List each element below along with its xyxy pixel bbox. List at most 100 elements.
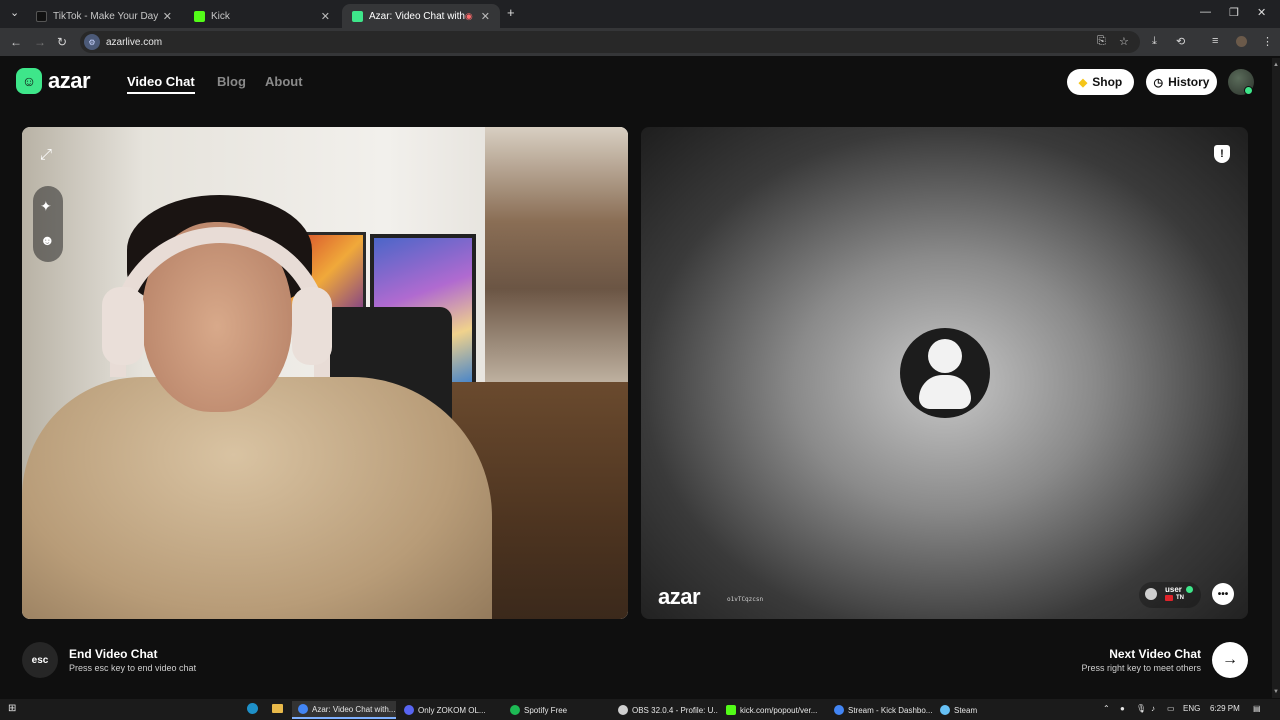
recording-icon: ◉ (464, 10, 473, 21)
bookmark-star-icon[interactable]: ☆ (1119, 35, 1129, 48)
tab-title: Azar: Video Chat with New (369, 10, 465, 22)
azar-watermark: azar (658, 584, 701, 609)
scroll-down-icon[interactable]: ▼ (1272, 689, 1280, 695)
forward-icon[interactable]: → (34, 35, 46, 49)
online-status-dot (1244, 86, 1253, 95)
tray-app-icon[interactable]: ● (1120, 704, 1125, 713)
close-tab-icon[interactable]: ✕ (163, 10, 172, 23)
taskbar-label: Steam (954, 705, 978, 715)
network-icon[interactable]: ▭ (1167, 704, 1175, 713)
remote-user-placeholder-icon (900, 328, 990, 418)
logo-text: azar (48, 68, 91, 93)
avatar-head (928, 339, 962, 373)
tray-overflow-icon[interactable]: ⌃ (1103, 704, 1110, 713)
chrome-icon (834, 705, 844, 715)
discord-icon (404, 705, 414, 715)
close-tab-icon[interactable]: ✕ (481, 10, 490, 23)
site-info-icon[interactable]: ⚙ (84, 34, 100, 50)
taskbar-item-discord[interactable]: Only ZOKOM OL... (398, 701, 502, 719)
clock-icon: ◷ (1153, 76, 1164, 89)
tab-tiktok[interactable]: TikTok - Make Your Day ✕ (26, 4, 182, 28)
browser-tab-bar: ⌄ TikTok - Make Your Day ✕ Kick ✕ Azar: … (0, 0, 1280, 28)
history-label: History (1168, 75, 1210, 89)
next-chat-hint: Press right key to meet others (1081, 663, 1201, 673)
scroll-up-icon[interactable]: ▲ (1272, 62, 1280, 68)
nav-blog[interactable]: Blog (217, 74, 246, 89)
tab-azar[interactable]: Azar: Video Chat with New ◉ ✕ (342, 4, 500, 28)
minimize-icon[interactable]: — (1200, 6, 1211, 18)
taskbar-label: Azar: Video Chat with... (312, 704, 396, 714)
nav-active-indicator (127, 92, 195, 94)
person-jacket (22, 377, 492, 619)
country-code: TN (1176, 595, 1184, 601)
magic-wand-icon[interactable]: ✦ (40, 198, 52, 215)
esc-label: esc (31, 654, 49, 666)
local-video-feed (22, 127, 628, 619)
edge-icon[interactable] (247, 703, 258, 714)
verified-badge-icon (1186, 586, 1193, 593)
tiktok-icon (36, 10, 47, 22)
headphone-earcup (102, 287, 144, 365)
taskbar-item-spotify[interactable]: Spotify Free (504, 701, 610, 719)
spotify-icon (510, 705, 520, 715)
tab-search-icon[interactable]: ⌄ (10, 6, 19, 19)
nav-about[interactable]: About (265, 74, 303, 89)
next-chat-button[interactable]: → (1212, 642, 1248, 678)
close-window-icon[interactable]: ✕ (1257, 6, 1266, 19)
volume-icon[interactable]: ♪ (1151, 704, 1155, 713)
restore-icon[interactable]: ❐ (1229, 6, 1239, 19)
history-button[interactable]: ◷ History (1146, 69, 1217, 95)
end-chat-button[interactable]: esc (22, 642, 58, 678)
address-bar[interactable]: ⚙ azarlive.com (80, 31, 1140, 53)
headphone-earcup (292, 287, 332, 365)
menu-icon[interactable]: ⋮ (1262, 35, 1273, 48)
shop-label: Shop (1092, 75, 1123, 89)
taskbar-label: Stream - Kick Dashbo... (848, 705, 933, 715)
taskbar-item-steam[interactable]: Steam (934, 701, 994, 719)
kick-icon (194, 10, 205, 22)
arrow-right-icon: → (1222, 651, 1238, 668)
language-indicator[interactable]: ENG (1183, 704, 1200, 713)
fullscreen-icon[interactable]: ⤢ (40, 146, 52, 163)
media-control-icon[interactable]: ≡ (1212, 35, 1218, 47)
history-toolbar-icon[interactable]: ⟲ (1176, 35, 1185, 48)
taskbar-item-azar[interactable]: Azar: Video Chat with... (292, 701, 396, 719)
clock-time[interactable]: 6:29 PM (1210, 704, 1240, 713)
windows-start-icon[interactable]: ⊞ (8, 703, 16, 714)
new-tab-button[interactable]: + (507, 5, 515, 20)
tab-title: TikTok - Make Your Day (53, 10, 159, 22)
file-explorer-icon[interactable] (272, 704, 283, 713)
report-shield-icon[interactable]: ! (1214, 145, 1230, 163)
close-tab-icon[interactable]: ✕ (321, 10, 330, 23)
sticker-face-icon[interactable]: ☻ (40, 232, 55, 248)
chrome-icon (298, 704, 308, 714)
back-icon[interactable]: ← (10, 35, 22, 49)
microphone-icon[interactable]: 🎙 (1136, 704, 1146, 713)
shop-button[interactable]: ◆ Shop (1067, 69, 1134, 95)
taskbar-label: Spotify Free (524, 705, 568, 715)
taskbar-label: kick.com/popout/ver... (740, 705, 818, 715)
wall-painting (485, 127, 628, 397)
session-id: o1vTCqzcsn (727, 596, 764, 603)
install-app-icon[interactable]: ⎘ (1097, 35, 1106, 48)
download-icon[interactable]: ⤓ (1152, 35, 1157, 48)
nav-video-chat[interactable]: Video Chat (127, 74, 195, 89)
kick-icon (726, 705, 736, 715)
taskbar-item-obs[interactable]: OBS 32.0.4 - Profile: U... (612, 701, 718, 719)
taskbar-label: OBS 32.0.4 - Profile: U... (632, 705, 718, 715)
azar-logo-icon: ☺ (16, 68, 42, 94)
notifications-icon[interactable]: ▤ (1253, 704, 1261, 713)
chat-bubble-button[interactable]: ••• (1212, 583, 1234, 605)
profile-avatar[interactable] (1236, 36, 1247, 47)
azar-icon (352, 10, 363, 22)
taskbar-item-kick-popout[interactable]: kick.com/popout/ver... (720, 701, 826, 719)
gem-icon: ◆ (1078, 76, 1088, 89)
next-chat-title: Next Video Chat (1109, 647, 1201, 661)
taskbar-label: Only ZOKOM OL... (418, 705, 486, 715)
tab-title: Kick (211, 10, 230, 22)
tab-kick[interactable]: Kick ✕ (184, 4, 340, 28)
azar-logo[interactable]: ☺ azar (16, 68, 91, 94)
page-scrollbar[interactable] (1272, 58, 1280, 698)
reload-icon[interactable]: ↻ (57, 35, 67, 49)
taskbar-item-kick-dashboard[interactable]: Stream - Kick Dashbo... (828, 701, 934, 719)
